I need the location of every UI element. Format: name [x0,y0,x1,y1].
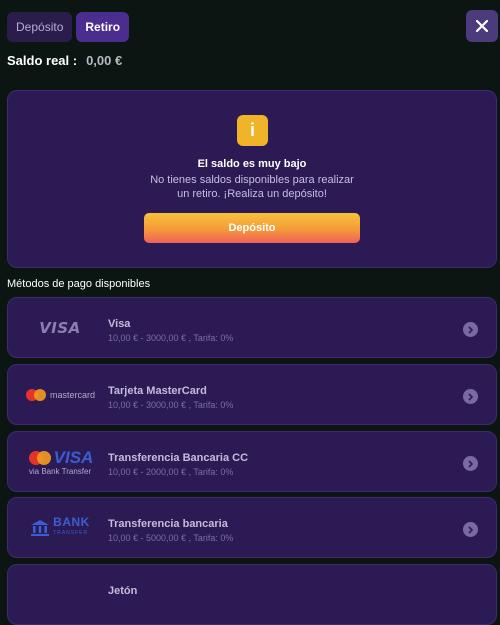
balance-value: 0,00 € [86,53,123,68]
bank-transfer-logo: BANK TRANSFER [20,498,100,557]
info-icon: i [237,115,268,146]
chevron-right-icon [463,456,478,471]
method-range: 10,00 € - 3000,00 € , Tarifa: 0% [108,400,234,410]
tab-deposito[interactable]: Depósito [7,12,73,42]
notice-line-2: un retiro. ¡Realiza un depósito! [177,188,327,200]
method-name: Transferencia Bancaria CC [108,452,249,464]
payment-method-bank-transfer-cc[interactable]: VISA via Bank Transfer Transferencia Ban… [7,431,497,492]
mastercard-logo: mastercard [20,365,100,424]
mastercard-circles-icon [28,450,51,465]
chevron-right-icon [463,389,478,404]
tab-retiro[interactable]: Retiro [76,12,130,42]
payment-methods-title: Métodos de pago disponibles [7,278,151,290]
notice-title: El saldo es muy bajo [197,158,307,170]
deposit-button[interactable]: Depósito [144,213,360,243]
method-range: 10,00 € - 5000,00 € , Tarifa: 0% [108,533,234,543]
chevron-right-icon [463,322,478,337]
method-name: Visa [108,318,131,330]
notice-message: No tienes saldos disponibles para realiz… [8,173,496,201]
balance-label: Saldo real : [7,53,78,68]
balance-row: Saldo real : 0,00 € [7,53,122,68]
payment-method-visa[interactable]: VISA Visa 10,00 € - 3000,00 € , Tarifa: … [7,297,497,358]
visa-logo: VISA [39,318,81,337]
bank-icon [31,519,50,536]
notice-line-1: No tienes saldos disponibles para realiz… [150,174,354,186]
chevron-right-icon [463,522,478,537]
method-range: 10,00 € - 3000,00 € , Tarifa: 0% [108,333,234,343]
payment-method-mastercard[interactable]: mastercard Tarjeta MasterCard 10,00 € - … [7,364,497,425]
visa-bank-transfer-logo: VISA via Bank Transfer [20,432,100,491]
method-name: Transferencia bancaria [108,518,228,530]
mastercard-circles-icon [25,388,46,401]
method-range: 10,00 € - 2000,00 € , Tarifa: 0% [108,467,234,477]
close-icon [475,19,489,33]
low-balance-notice: i El saldo es muy bajo No tienes saldos … [7,90,497,268]
method-name: Tarjeta MasterCard [108,385,207,397]
tab-bar: Depósito Retiro [7,12,130,42]
payment-method-jeton[interactable]: Jetón [7,564,497,625]
payment-method-bank-transfer[interactable]: BANK TRANSFER Transferencia bancaria 10,… [7,497,497,558]
close-button[interactable] [466,10,498,42]
